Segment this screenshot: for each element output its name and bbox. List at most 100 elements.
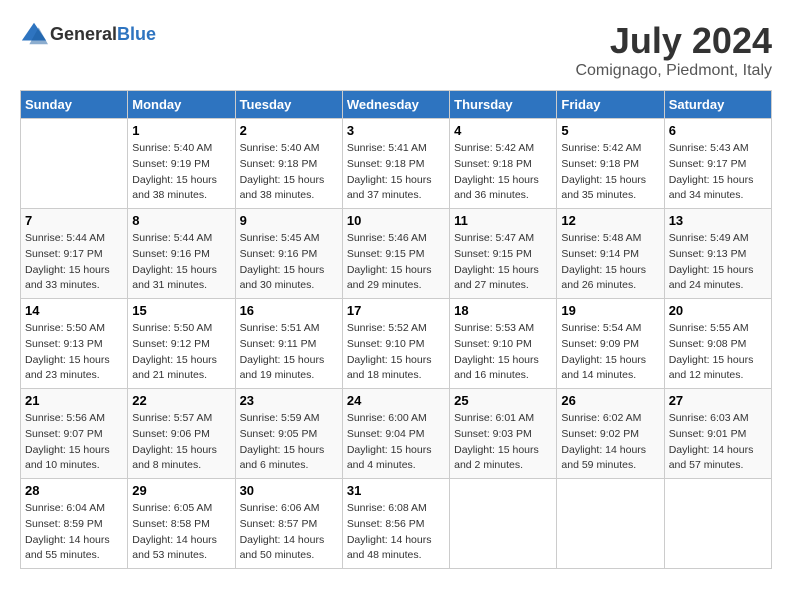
daylight-text: Daylight: 14 hours and 48 minutes. [347, 534, 432, 562]
day-info: Sunrise: 6:03 AM Sunset: 9:01 PM Dayligh… [669, 411, 767, 474]
sunrise-text: Sunrise: 5:42 AM [561, 142, 641, 154]
calendar-cell: 5 Sunrise: 5:42 AM Sunset: 9:18 PM Dayli… [557, 119, 664, 209]
calendar-cell: 23 Sunrise: 5:59 AM Sunset: 9:05 PM Dayl… [235, 389, 342, 479]
calendar-cell: 17 Sunrise: 5:52 AM Sunset: 9:10 PM Dayl… [342, 299, 449, 389]
day-number: 13 [669, 213, 767, 228]
day-info: Sunrise: 5:51 AM Sunset: 9:11 PM Dayligh… [240, 321, 338, 384]
day-info: Sunrise: 5:45 AM Sunset: 9:16 PM Dayligh… [240, 231, 338, 294]
daylight-text: Daylight: 15 hours and 19 minutes. [240, 354, 325, 382]
day-number: 8 [132, 213, 230, 228]
sunset-text: Sunset: 9:16 PM [132, 248, 210, 260]
sunset-text: Sunset: 9:18 PM [347, 158, 425, 170]
daylight-text: Daylight: 15 hours and 10 minutes. [25, 444, 110, 472]
calendar-cell: 10 Sunrise: 5:46 AM Sunset: 9:15 PM Dayl… [342, 209, 449, 299]
day-info: Sunrise: 6:06 AM Sunset: 8:57 PM Dayligh… [240, 501, 338, 564]
day-number: 26 [561, 393, 659, 408]
day-info: Sunrise: 5:41 AM Sunset: 9:18 PM Dayligh… [347, 141, 445, 204]
calendar-cell: 9 Sunrise: 5:45 AM Sunset: 9:16 PM Dayli… [235, 209, 342, 299]
sunrise-text: Sunrise: 6:05 AM [132, 502, 212, 514]
day-number: 24 [347, 393, 445, 408]
calendar-cell: 12 Sunrise: 5:48 AM Sunset: 9:14 PM Dayl… [557, 209, 664, 299]
day-info: Sunrise: 6:05 AM Sunset: 8:58 PM Dayligh… [132, 501, 230, 564]
day-number: 2 [240, 123, 338, 138]
calendar-cell: 16 Sunrise: 5:51 AM Sunset: 9:11 PM Dayl… [235, 299, 342, 389]
sunset-text: Sunset: 9:18 PM [561, 158, 639, 170]
day-info: Sunrise: 5:44 AM Sunset: 9:17 PM Dayligh… [25, 231, 123, 294]
day-info: Sunrise: 5:48 AM Sunset: 9:14 PM Dayligh… [561, 231, 659, 294]
calendar-week-row: 21 Sunrise: 5:56 AM Sunset: 9:07 PM Dayl… [21, 389, 772, 479]
logo: GeneralBlue [20, 20, 156, 48]
day-info: Sunrise: 6:02 AM Sunset: 9:02 PM Dayligh… [561, 411, 659, 474]
day-number: 14 [25, 303, 123, 318]
day-number: 10 [347, 213, 445, 228]
day-info: Sunrise: 5:40 AM Sunset: 9:18 PM Dayligh… [240, 141, 338, 204]
sunrise-text: Sunrise: 6:02 AM [561, 412, 641, 424]
sunset-text: Sunset: 9:12 PM [132, 338, 210, 350]
day-info: Sunrise: 6:04 AM Sunset: 8:59 PM Dayligh… [25, 501, 123, 564]
calendar-cell: 24 Sunrise: 6:00 AM Sunset: 9:04 PM Dayl… [342, 389, 449, 479]
daylight-text: Daylight: 15 hours and 34 minutes. [669, 174, 754, 202]
daylight-text: Daylight: 14 hours and 59 minutes. [561, 444, 646, 472]
day-info: Sunrise: 6:01 AM Sunset: 9:03 PM Dayligh… [454, 411, 552, 474]
sunrise-text: Sunrise: 5:56 AM [25, 412, 105, 424]
sunset-text: Sunset: 9:14 PM [561, 248, 639, 260]
sunrise-text: Sunrise: 5:42 AM [454, 142, 534, 154]
sunset-text: Sunset: 9:19 PM [132, 158, 210, 170]
day-info: Sunrise: 5:54 AM Sunset: 9:09 PM Dayligh… [561, 321, 659, 384]
sunset-text: Sunset: 9:10 PM [347, 338, 425, 350]
day-number: 29 [132, 483, 230, 498]
sunrise-text: Sunrise: 6:08 AM [347, 502, 427, 514]
day-info: Sunrise: 5:40 AM Sunset: 9:19 PM Dayligh… [132, 141, 230, 204]
day-info: Sunrise: 5:53 AM Sunset: 9:10 PM Dayligh… [454, 321, 552, 384]
calendar-cell: 19 Sunrise: 5:54 AM Sunset: 9:09 PM Dayl… [557, 299, 664, 389]
sunset-text: Sunset: 9:15 PM [347, 248, 425, 260]
logo-icon [20, 20, 48, 48]
sunrise-text: Sunrise: 5:44 AM [132, 232, 212, 244]
day-info: Sunrise: 5:46 AM Sunset: 9:15 PM Dayligh… [347, 231, 445, 294]
day-number: 4 [454, 123, 552, 138]
sunrise-text: Sunrise: 5:52 AM [347, 322, 427, 334]
day-number: 17 [347, 303, 445, 318]
sunrise-text: Sunrise: 5:43 AM [669, 142, 749, 154]
daylight-text: Daylight: 15 hours and 14 minutes. [561, 354, 646, 382]
calendar-cell [664, 479, 771, 569]
calendar-week-row: 7 Sunrise: 5:44 AM Sunset: 9:17 PM Dayli… [21, 209, 772, 299]
daylight-text: Daylight: 15 hours and 29 minutes. [347, 264, 432, 292]
daylight-text: Daylight: 14 hours and 55 minutes. [25, 534, 110, 562]
calendar-cell: 3 Sunrise: 5:41 AM Sunset: 9:18 PM Dayli… [342, 119, 449, 209]
column-header-saturday: Saturday [664, 91, 771, 119]
day-info: Sunrise: 6:00 AM Sunset: 9:04 PM Dayligh… [347, 411, 445, 474]
day-info: Sunrise: 5:55 AM Sunset: 9:08 PM Dayligh… [669, 321, 767, 384]
day-number: 28 [25, 483, 123, 498]
day-number: 18 [454, 303, 552, 318]
day-info: Sunrise: 5:49 AM Sunset: 9:13 PM Dayligh… [669, 231, 767, 294]
day-info: Sunrise: 5:47 AM Sunset: 9:15 PM Dayligh… [454, 231, 552, 294]
calendar-cell: 11 Sunrise: 5:47 AM Sunset: 9:15 PM Dayl… [450, 209, 557, 299]
sunrise-text: Sunrise: 5:53 AM [454, 322, 534, 334]
daylight-text: Daylight: 15 hours and 16 minutes. [454, 354, 539, 382]
sunset-text: Sunset: 9:08 PM [669, 338, 747, 350]
daylight-text: Daylight: 14 hours and 50 minutes. [240, 534, 325, 562]
sunrise-text: Sunrise: 5:50 AM [25, 322, 105, 334]
sunrise-text: Sunrise: 5:54 AM [561, 322, 641, 334]
day-number: 7 [25, 213, 123, 228]
sunset-text: Sunset: 8:57 PM [240, 518, 318, 530]
logo-text: GeneralBlue [50, 24, 156, 45]
sunrise-text: Sunrise: 6:04 AM [25, 502, 105, 514]
sunset-text: Sunset: 8:56 PM [347, 518, 425, 530]
daylight-text: Daylight: 15 hours and 31 minutes. [132, 264, 217, 292]
calendar-cell: 26 Sunrise: 6:02 AM Sunset: 9:02 PM Dayl… [557, 389, 664, 479]
day-info: Sunrise: 5:59 AM Sunset: 9:05 PM Dayligh… [240, 411, 338, 474]
calendar-cell: 31 Sunrise: 6:08 AM Sunset: 8:56 PM Dayl… [342, 479, 449, 569]
day-number: 21 [25, 393, 123, 408]
calendar-cell: 28 Sunrise: 6:04 AM Sunset: 8:59 PM Dayl… [21, 479, 128, 569]
day-number: 16 [240, 303, 338, 318]
title-block: July 2024 Comignago, Piedmont, Italy [575, 20, 772, 80]
sunrise-text: Sunrise: 5:44 AM [25, 232, 105, 244]
sunset-text: Sunset: 9:13 PM [25, 338, 103, 350]
calendar-cell [450, 479, 557, 569]
day-info: Sunrise: 5:42 AM Sunset: 9:18 PM Dayligh… [561, 141, 659, 204]
sunset-text: Sunset: 9:16 PM [240, 248, 318, 260]
calendar-cell: 13 Sunrise: 5:49 AM Sunset: 9:13 PM Dayl… [664, 209, 771, 299]
day-info: Sunrise: 5:57 AM Sunset: 9:06 PM Dayligh… [132, 411, 230, 474]
